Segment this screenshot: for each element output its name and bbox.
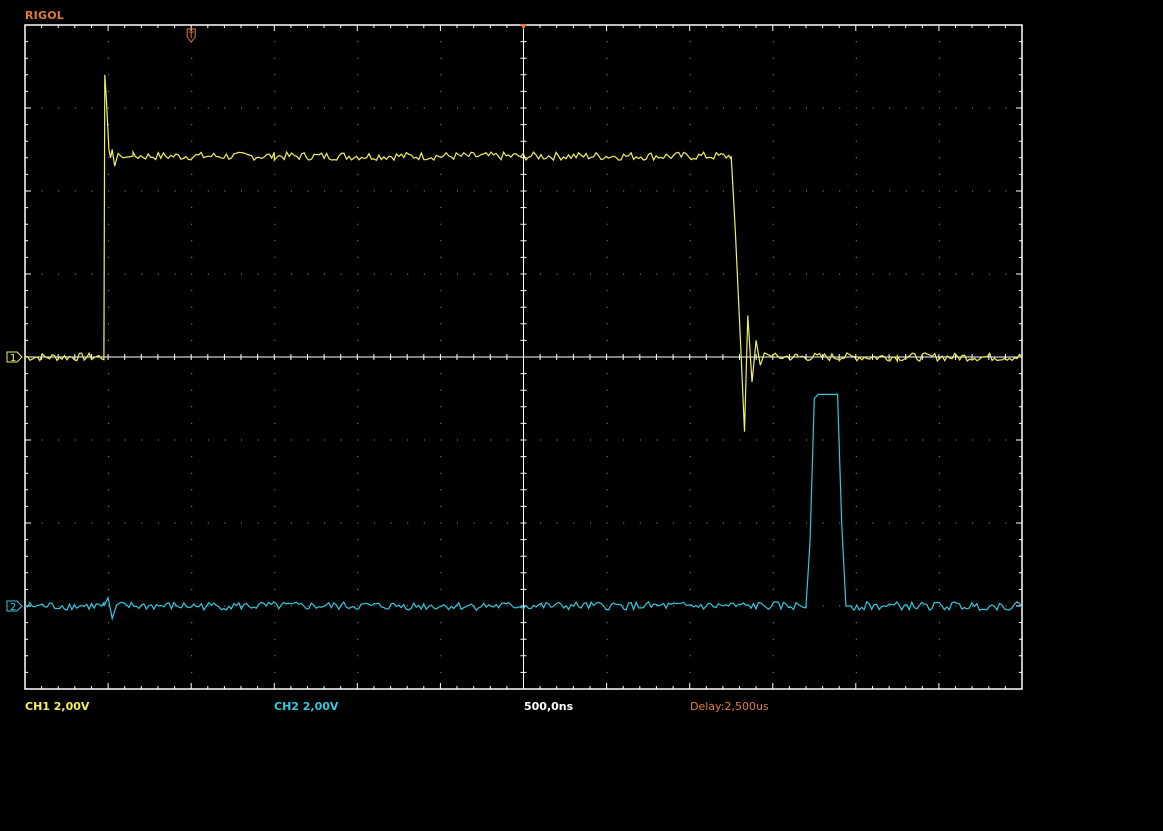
waveform-display: 12 [6,24,1023,690]
trigger-marker-t [188,31,194,38]
ch1-ground-marker-label: 1 [10,353,16,364]
oscilloscope-screen: RIGOL 12 CH1 2,00V CH2 2,00V 500,0ns Del… [0,0,1163,831]
ch2-scale-label: CH2 2,00V [274,700,339,713]
timebase-label: 500,0ns [524,700,574,713]
center-arrow-shape [519,24,528,29]
ch2-ground-marker: 2 [6,600,23,613]
delay-label: Delay:2,500us [690,700,769,713]
ch1-scale-label: CH1 2,00V [25,700,90,713]
center-arrow-icon [519,24,528,29]
markers: 12 [6,24,528,613]
ch2-ground-marker-label: 2 [10,602,16,613]
ch1-ground-marker: 1 [6,351,23,364]
